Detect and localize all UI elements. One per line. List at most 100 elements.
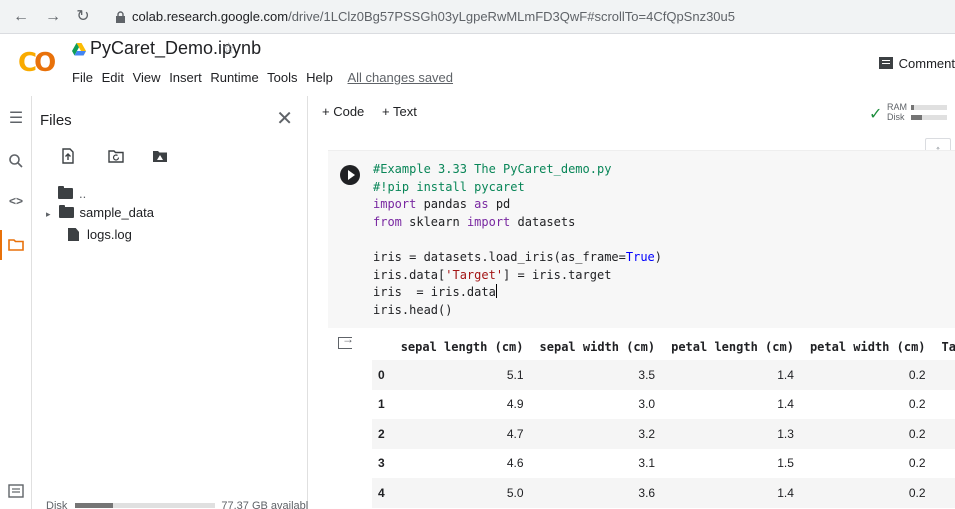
folder-icon[interactable] [7,236,25,254]
table-cell: 0 [934,449,955,479]
code-text: ) [654,249,663,264]
table-cell: 5.0 [392,478,532,508]
folder-up-icon [58,186,73,199]
code-constant: True [625,249,655,264]
comment-button[interactable]: Comment [878,56,955,71]
menu-edit[interactable]: Edit [102,70,124,85]
code-text: ] = iris.target [503,267,612,282]
tree-parent[interactable]: .. [58,186,86,201]
table-cell: 0.2 [908,397,926,412]
reload-icon[interactable]: ↻ [74,8,92,26]
menu-view[interactable]: View [133,70,161,85]
resources-indicator[interactable]: ✓ RAM Disk [869,100,955,126]
menu-insert[interactable]: Insert [169,70,202,85]
tree-label: logs.log [87,227,132,242]
close-icon[interactable]: ✕ [276,106,293,131]
code-line: iris = iris.data [373,285,496,300]
chevron-right-icon[interactable]: ▸ [46,209,51,219]
menu-help[interactable]: Help [306,70,333,85]
add-text-button[interactable]: + Text [382,104,417,119]
row-index: 4 [372,478,393,508]
table-cell: 1.4 [663,478,802,508]
code-snippets-icon[interactable]: <> [7,192,25,210]
code-text: pandas [416,197,475,212]
code-line: iris.head() [373,302,453,317]
upload-icon[interactable] [60,148,76,164]
url-path: /drive/1LClz0Bg57PSSGh03yLgpeRwMLmFD3QwF… [288,9,736,24]
row-index: 0 [372,360,393,390]
files-panel: Files ✕ .. ▸ sample_data logs.log Disk 77.… [32,96,314,509]
table-cell: 3.2 [531,419,664,449]
url-field[interactable]: colab.research.google.com/drive/1LClz0Bg… [100,5,950,29]
code-text: iris.data[ [373,267,446,282]
code-text: pd [488,197,511,212]
code-line: #Example 3.33 The PyCaret_demo.py [373,162,612,176]
save-status[interactable]: All changes saved [348,70,454,85]
tree-folder-sample-data[interactable]: ▸ sample_data [46,205,154,220]
code-keyword: from [373,214,402,229]
column-header: petal width (cm) [809,340,926,354]
active-indicator [0,230,2,260]
table-cell: 3.6 [531,478,664,508]
table-cell: 0 [934,390,955,420]
lock-icon [116,11,125,23]
output-icon[interactable] [338,332,354,349]
table-cell: 5.1 [392,360,532,390]
table-cell: 3.5 [531,360,664,390]
column-header: petal length (cm) [671,340,794,354]
code-keyword: import [373,197,417,212]
disk-usage-bar [75,503,216,508]
add-code-button[interactable]: + Code [322,104,364,119]
code-keyword: import [466,214,511,229]
row-index: 2 [372,419,393,449]
tree-label: .. [79,186,87,201]
menu-file[interactable]: File [72,70,93,85]
table-cell: 1.4 [777,397,794,412]
menu-runtime[interactable]: Runtime [210,70,258,85]
refresh-folder-icon[interactable] [108,148,124,164]
menu-bar: File Edit View Insert Runtime Tools Help… [72,70,458,85]
code-text: iris = datasets.load_iris(as_frame= [373,249,626,264]
search-icon[interactable] [7,152,25,170]
ram-bar [911,105,947,110]
ram-label: RAM [887,102,907,112]
tree-file-logs[interactable]: logs.log [68,227,132,242]
text-cursor [495,284,497,299]
table-cell: 1.4 [663,360,802,390]
table-row: 0 5.1 3.5 1.4 0.2 0 [372,360,955,390]
table-cell: 1.5 [777,456,794,471]
folder-icon [58,205,74,218]
table-cell: 4.7 [392,419,532,449]
terminal-icon[interactable] [7,482,25,500]
table-cell: 0.2 [801,360,934,390]
code-string: 'Target' [445,267,504,282]
table-cell: 3.0 [638,397,656,412]
code-editor[interactable]: #Example 3.33 The PyCaret_demo.py #!pip … [373,161,662,319]
notebook-main: + Code + Text ✓ RAM Disk ↑ #Example 3.33… [308,96,955,509]
column-header [372,334,393,360]
run-cell-icon[interactable] [340,165,360,185]
table-cell: 0 [933,478,955,508]
forward-icon[interactable]: → [44,8,62,26]
table-cell: 1.3 [663,419,802,449]
menu-tools[interactable]: Tools [267,70,297,85]
tree-label: sample_data [79,205,154,220]
colab-logo[interactable]: CO [18,48,56,78]
code-text: datasets [510,214,576,229]
table-of-contents-icon[interactable]: ☰ [7,110,25,128]
table-cell: 3.1 [638,456,656,471]
row-index: 1 [378,397,385,412]
url-text: colab.research.google.com/drive/1LClz0Bg… [132,9,735,24]
disk-label: Disk [887,112,905,122]
table-cell: 0.2 [908,456,926,471]
star-icon[interactable]: ☆ [222,39,235,57]
disk-bar [911,115,947,120]
table-row: 4 5.0 3.6 1.4 0.2 0 [372,478,955,508]
disk-label: Disk [46,500,68,509]
table-row: 2 4.7 3.2 1.3 0.2 0 [372,419,955,449]
code-cell[interactable]: #Example 3.33 The PyCaret_demo.py #!pip … [328,150,955,328]
back-icon[interactable]: ← [12,8,30,26]
mount-drive-icon[interactable] [152,148,168,164]
disk-available: 77.37 GB available [221,500,315,509]
files-title: Files [40,112,72,129]
